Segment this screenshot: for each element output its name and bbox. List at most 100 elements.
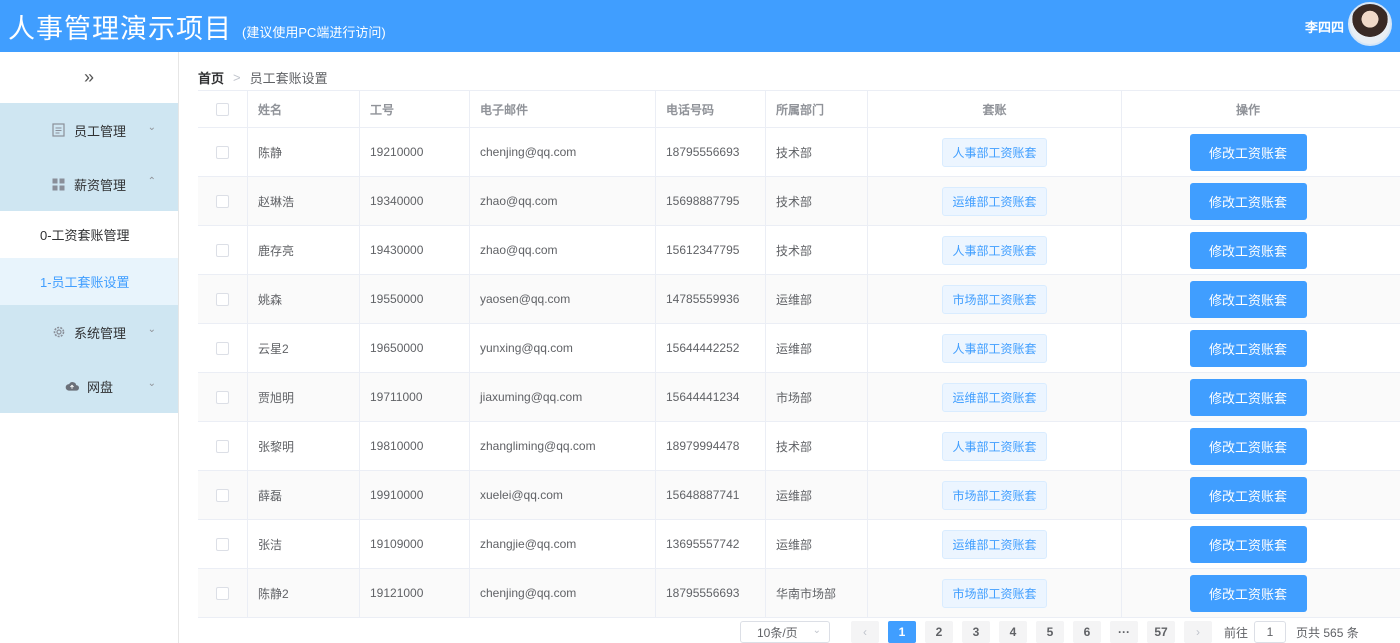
table-row: 薛磊 19910000 xuelei@qq.com 15648887741 运维部 市场部… <box>198 471 1400 520</box>
more-pages-button[interactable]: ··· <box>1110 621 1138 643</box>
user-name[interactable]: 李四四 <box>1305 17 1344 36</box>
prev-page-button[interactable]: ‹ <box>851 621 879 643</box>
menu-employee-management[interactable]: 员工管理 ⌄ <box>0 103 178 157</box>
plan-tag: 运维部工资账套 <box>942 529 1047 559</box>
row-checkbox[interactable] <box>216 243 229 257</box>
cell-email: chenjing@qq.com <box>470 569 656 617</box>
cell-name: 张黎明 <box>248 422 360 470</box>
cell-phone: 15698887795 <box>656 177 766 225</box>
cell-action: 修改工资账套 <box>1122 128 1374 176</box>
page-number-button[interactable]: 5 <box>1036 621 1064 643</box>
menu-cloud-disk[interactable]: 网盘 ⌄ <box>0 359 178 413</box>
menu-system-management[interactable]: 系统管理 ⌄ <box>0 305 178 359</box>
row-checkbox[interactable] <box>216 586 229 600</box>
cell-plan: 人事部工资账套 <box>868 422 1122 470</box>
cell-action: 修改工资账套 <box>1122 226 1374 274</box>
goto-page-input[interactable]: 1 <box>1254 621 1287 643</box>
cell-plan: 市场部工资账套 <box>868 275 1122 323</box>
chevron-up-icon: ⌃ <box>147 176 156 187</box>
cell-plan: 运维部工资账套 <box>868 373 1122 421</box>
row-checkbox[interactable] <box>216 439 229 453</box>
edit-plan-button[interactable]: 修改工资账套 <box>1189 427 1307 465</box>
cell-email: xuelei@qq.com <box>470 471 656 519</box>
next-page-button[interactable]: › <box>1184 621 1212 643</box>
cell-phone: 15648887741 <box>656 471 766 519</box>
cell-dept: 运维部 <box>766 324 868 372</box>
chevron-right-icon: > <box>233 70 241 85</box>
page-number-button[interactable]: 6 <box>1073 621 1101 643</box>
avatar[interactable] <box>1348 2 1392 46</box>
row-checkbox[interactable] <box>216 390 229 404</box>
cell-id: 19121000 <box>360 569 470 617</box>
page-size-select[interactable]: 10条/页 ⌄ <box>740 621 830 643</box>
row-checkbox[interactable] <box>216 194 229 208</box>
row-checkbox[interactable] <box>216 145 229 159</box>
column-header-dept: 所属部门 <box>766 91 868 127</box>
menu-salary-management[interactable]: 薪资管理 ⌃ <box>0 157 178 211</box>
page-last[interactable]: 57 <box>1147 621 1175 643</box>
edit-plan-button[interactable]: 修改工资账套 <box>1189 378 1307 416</box>
cell-name: 云星2 <box>248 324 360 372</box>
row-checkbox[interactable] <box>216 488 229 502</box>
cell-email: zhangjie@qq.com <box>470 520 656 568</box>
cell-action: 修改工资账套 <box>1122 422 1374 470</box>
cell-phone: 15644442252 <box>656 324 766 372</box>
column-header-action: 操作 <box>1235 102 1260 117</box>
row-checkbox[interactable] <box>216 537 229 551</box>
edit-plan-button[interactable]: 修改工资账套 <box>1189 231 1307 269</box>
row-checkbox-cell <box>198 177 248 225</box>
collapse-toggle-icon[interactable]: » <box>0 52 178 103</box>
cell-email: zhangliming@qq.com <box>470 422 656 470</box>
plan-tag: 人事部工资账套 <box>942 137 1047 167</box>
cell-phone: 18795556693 <box>656 569 766 617</box>
edit-plan-button[interactable]: 修改工资账套 <box>1189 574 1307 612</box>
edit-plan-button[interactable]: 修改工资账套 <box>1189 182 1307 220</box>
pagination: 10条/页 ⌄ ‹ 123456 ··· 57 › 前往 1 页共 565 条 <box>740 621 1400 643</box>
edit-plan-button[interactable]: 修改工资账套 <box>1189 280 1307 318</box>
cell-id: 19340000 <box>360 177 470 225</box>
cell-dept: 技术部 <box>766 128 868 176</box>
submenu-item-salary-plans[interactable]: 0-工资套账管理 <box>0 211 178 258</box>
cell-id: 19550000 <box>360 275 470 323</box>
row-checkbox[interactable] <box>216 341 229 355</box>
cell-name: 姚森 <box>248 275 360 323</box>
page-numbers: 123456 <box>879 621 1101 643</box>
menu-label: 网盘 <box>86 379 113 395</box>
table-row: 云星2 19650000 yunxing@qq.com 15644442252 运维部 人… <box>198 324 1400 373</box>
plan-tag: 人事部工资账套 <box>942 235 1047 265</box>
row-checkbox[interactable] <box>216 292 229 306</box>
cell-name: 贾旭明 <box>248 373 360 421</box>
cloud-icon <box>65 379 79 393</box>
cell-email: zhao@qq.com <box>470 226 656 274</box>
edit-plan-button[interactable]: 修改工资账套 <box>1189 476 1307 514</box>
goto-label: 前往 <box>1224 625 1249 640</box>
select-all-checkbox[interactable] <box>216 102 229 116</box>
page-number-button[interactable]: 3 <box>962 621 990 643</box>
cell-id: 19910000 <box>360 471 470 519</box>
submenu-item-employee-plans[interactable]: 1-员工套账设置 <box>0 258 178 305</box>
page-number-button[interactable]: 2 <box>925 621 953 643</box>
edit-plan-button[interactable]: 修改工资账套 <box>1189 133 1307 171</box>
table-row: 贾旭明 19711000 jiaxuming@qq.com 15644441234 市场… <box>198 373 1400 422</box>
breadcrumb-home[interactable]: 首页 <box>198 68 224 87</box>
cell-plan: 人事部工资账套 <box>868 226 1122 274</box>
cell-phone: 15612347795 <box>656 226 766 274</box>
app-subtitle: (建议使用PC端进行访问) <box>242 24 386 40</box>
row-checkbox-cell <box>198 422 248 470</box>
cell-plan: 人事部工资账套 <box>868 128 1122 176</box>
grid-icon <box>52 177 66 191</box>
cell-name: 陈静 <box>248 128 360 176</box>
cell-plan: 人事部工资账套 <box>868 324 1122 372</box>
edit-plan-button[interactable]: 修改工资账套 <box>1189 329 1307 367</box>
page-number-button[interactable]: 4 <box>999 621 1027 643</box>
row-checkbox-cell <box>198 324 248 372</box>
page-number-button[interactable]: 1 <box>888 621 916 643</box>
menu-label: 员工管理 <box>73 123 126 139</box>
cell-action: 修改工资账套 <box>1122 471 1374 519</box>
chevron-down-icon: ⌄ <box>147 122 156 133</box>
plan-tag: 运维部工资账套 <box>942 186 1047 216</box>
row-checkbox-cell <box>198 520 248 568</box>
edit-plan-button[interactable]: 修改工资账套 <box>1189 525 1307 563</box>
cell-plan: 运维部工资账套 <box>868 177 1122 225</box>
table-row: 姚森 19550000 yaosen@qq.com 14785559936 运维部 市场部… <box>198 275 1400 324</box>
